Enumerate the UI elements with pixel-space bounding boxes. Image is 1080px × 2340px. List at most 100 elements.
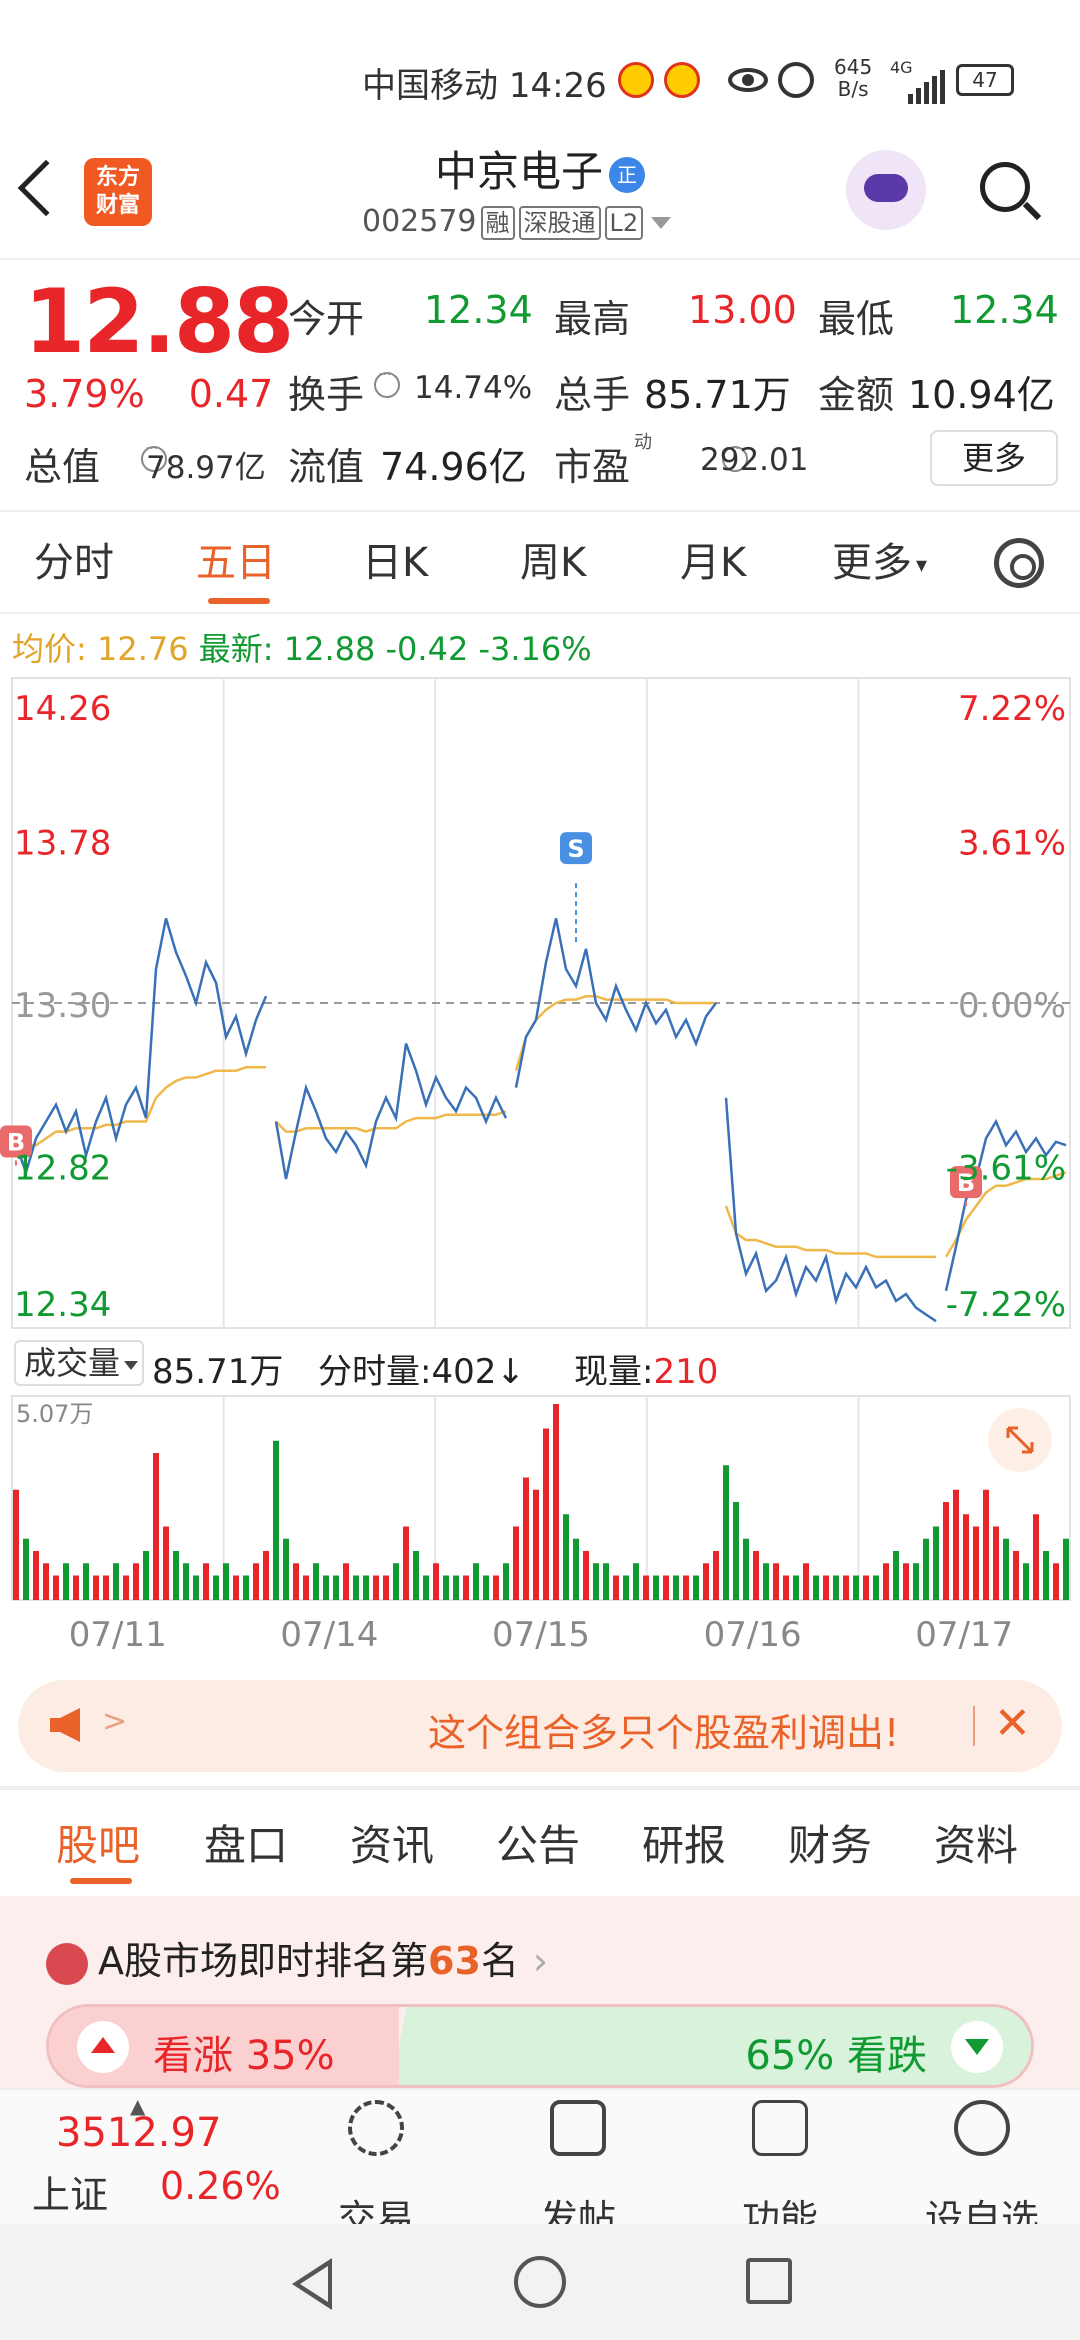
stock-title[interactable]: 中京电子正: [300, 138, 780, 199]
volume-selector[interactable]: 成交量: [14, 1340, 144, 1386]
volume-bar: [213, 1575, 219, 1600]
active-section-indicator: [70, 1878, 132, 1884]
volume-bar: [593, 1563, 599, 1600]
vote-up-button[interactable]: [77, 2021, 129, 2073]
trade-icon[interactable]: [348, 2100, 404, 2156]
volume-bar: [773, 1563, 779, 1600]
bullish-text: 看涨 35%: [153, 2033, 335, 2079]
volume-bar: [893, 1551, 899, 1600]
tab-research[interactable]: 研报: [642, 1812, 726, 1873]
alarm-icon: [778, 62, 814, 98]
volume-chart[interactable]: 5.07万 07/11 07/14 07/15 07/16 07/17: [0, 1394, 1080, 1664]
float-value: 74.96亿: [380, 445, 527, 489]
more-button[interactable]: 更多: [930, 430, 1058, 486]
ranking-text[interactable]: A股市场即时排名第63名 ›: [46, 1930, 548, 1985]
more-dots-icon[interactable]: [954, 2100, 1010, 2156]
nav-recents-icon[interactable]: [746, 2258, 792, 2304]
volume-bar: [503, 1563, 509, 1600]
assistant-avatar[interactable]: [846, 150, 926, 230]
close-icon[interactable]: ✕: [994, 1702, 1031, 1746]
post-icon[interactable]: [550, 2100, 606, 2156]
price-line: [944, 1118, 1067, 1292]
volume-bar: [913, 1563, 919, 1600]
volume-bar: [283, 1538, 289, 1600]
search-icon[interactable]: [980, 162, 1042, 221]
tab-profile[interactable]: 资料: [934, 1812, 1018, 1873]
stock-code-line[interactable]: 002579 融深股通 L2: [362, 204, 672, 240]
y-tick-right: -3.61%: [946, 1149, 1066, 1189]
net-speed-unit: B/s: [837, 77, 869, 101]
tab-monthly-k[interactable]: 月K: [680, 530, 746, 588]
info-icon[interactable]: [374, 367, 400, 398]
status-bar: 中国移动 14:26 645 B/s 4G 47: [0, 52, 1080, 112]
down-arrow-icon: ↓: [496, 1352, 525, 1392]
volume-bar: [383, 1575, 389, 1600]
volume-bar: [793, 1575, 799, 1600]
back-icon[interactable]: [17, 159, 75, 217]
tab-five-day[interactable]: 五日: [196, 530, 276, 588]
volume-bar: [923, 1538, 929, 1600]
amount-label: 金额: [818, 373, 895, 417]
volume-bar: [263, 1551, 269, 1600]
volume-bar: [743, 1538, 749, 1600]
amount-value: 10.94亿: [908, 373, 1055, 417]
grid-icon[interactable]: [752, 2100, 808, 2156]
volume-bar: [683, 1575, 689, 1600]
vote-down-button[interactable]: [951, 2021, 1003, 2073]
tab-news[interactable]: 资讯: [350, 1812, 434, 1873]
avg-price-line: [275, 1110, 507, 1133]
volume-bar: [1063, 1538, 1069, 1600]
y-tick-left: 13.78: [14, 824, 111, 864]
volume-bar: [563, 1514, 569, 1600]
volume-bar: [783, 1575, 789, 1600]
app-logo[interactable]: 东方 财富: [84, 158, 152, 226]
tab-daily-k[interactable]: 日K: [362, 530, 428, 588]
volume-bar: [983, 1489, 989, 1600]
volume-bar: [113, 1563, 119, 1600]
volume-bar: [1043, 1551, 1049, 1600]
volume-bar: [603, 1563, 609, 1600]
eye-icon: [728, 68, 768, 92]
volume-bar: [993, 1526, 999, 1600]
tab-weekly-k[interactable]: 周K: [520, 530, 586, 588]
volume-bar: [183, 1563, 189, 1600]
tab-finance[interactable]: 财务: [788, 1812, 872, 1873]
volume-bar: [413, 1551, 419, 1600]
volume-bar: [543, 1428, 549, 1600]
nav-home-icon[interactable]: [514, 2256, 566, 2308]
volume-bar: [733, 1502, 739, 1600]
volume-bar: [1003, 1538, 1009, 1600]
tab-forum[interactable]: 股吧: [56, 1812, 140, 1873]
dropdown-icon[interactable]: [651, 216, 672, 229]
high-label: 最高: [554, 297, 631, 341]
turnover-value: 14.74%: [414, 370, 533, 406]
net-speed-value: 645: [834, 55, 873, 79]
volume-bar: [463, 1575, 469, 1600]
five-day-chart[interactable]: BSBS14.267.22%13.783.61%13.300.00%12.82-…: [0, 676, 1080, 1336]
settings-icon[interactable]: [994, 538, 1044, 588]
y-tick-right: -7.22%: [946, 1285, 1066, 1325]
tab-more[interactable]: 更多 ▾: [832, 530, 927, 588]
trade-marker-label: S: [567, 835, 584, 863]
caret-down-icon: [124, 1360, 139, 1370]
volume-bar: [13, 1489, 19, 1600]
volume-bar: [493, 1575, 499, 1600]
volume-bar: [943, 1502, 949, 1600]
index-name[interactable]: 上证: [32, 2164, 108, 2219]
volume-bar: [523, 1477, 529, 1600]
volume-bar: [173, 1551, 179, 1600]
volume-bar: [313, 1563, 319, 1600]
pe-label: 市盈: [554, 445, 631, 489]
signal-bar: [924, 82, 929, 104]
index-percent[interactable]: 0.26%: [160, 2164, 281, 2208]
tab-orderbook[interactable]: 盘口: [204, 1812, 288, 1873]
x-tick-date: 07/17: [915, 1615, 1013, 1655]
tab-intraday[interactable]: 分时: [34, 530, 114, 588]
nav-back-icon[interactable]: [292, 2258, 332, 2310]
volume-label: 总手: [554, 373, 631, 417]
tag-l2: L2: [604, 206, 644, 240]
promo-banner[interactable]: > 这个组合多只个股盈利调出! ✕: [18, 1680, 1062, 1772]
volume-bar: [883, 1563, 889, 1600]
tab-announcements[interactable]: 公告: [496, 1812, 580, 1873]
index-value[interactable]: 3512.97: [56, 2110, 221, 2156]
